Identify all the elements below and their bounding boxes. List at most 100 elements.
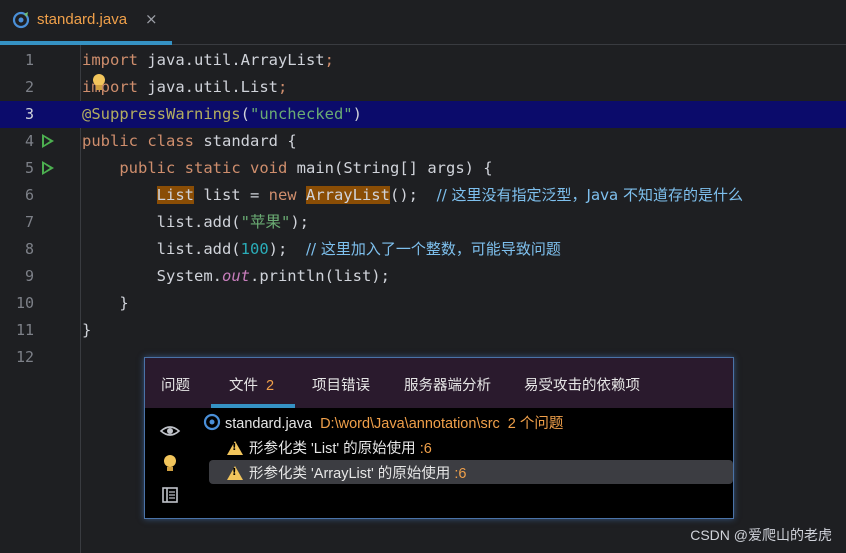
code-text[interactable]: public class standard {: [82, 128, 297, 155]
code-line: 9 System.out.println(list);: [0, 263, 846, 290]
code-line: 5 public static void main(String[] args)…: [0, 155, 846, 182]
close-icon[interactable]: ×: [145, 10, 158, 28]
line-number: 11: [15, 321, 34, 339]
code-fragment: );: [268, 240, 306, 258]
code-fragment: list.add(: [156, 240, 241, 258]
keyword: new: [268, 186, 297, 204]
line-number: 1: [24, 51, 34, 69]
line-number: 12: [15, 348, 34, 366]
problem-line: :6: [419, 441, 432, 457]
keyword: public: [82, 132, 138, 150]
code-text[interactable]: list.add(100); // 这里加入了一个整数，可能导致问题: [82, 236, 561, 263]
lightbulb-icon[interactable]: [93, 74, 105, 90]
keyword: class: [147, 132, 195, 150]
code-line: 10 }: [0, 290, 846, 317]
problem-line: :6: [454, 466, 467, 482]
code-line-current: 3 @SuppressWarnings("unchecked"): [0, 101, 846, 128]
code-text[interactable]: }: [82, 290, 128, 317]
line-number: 4: [24, 132, 34, 150]
raw-type-warning[interactable]: ArrayList: [305, 186, 390, 204]
import-path: java.util.List: [138, 78, 278, 96]
watermark: CSDN @爱爬山的老虎: [690, 527, 832, 543]
tab-server-analysis[interactable]: 服务器端分析: [404, 374, 491, 395]
code-text[interactable]: @SuppressWarnings("unchecked"): [82, 101, 362, 128]
keyword: import: [82, 51, 138, 69]
tab-label: 问题: [161, 378, 190, 394]
tab-standard-java[interactable]: standard.java ×: [0, 0, 172, 45]
lightbulb-icon[interactable]: [159, 452, 181, 474]
code-fragment: list.add(: [156, 213, 241, 231]
editor-tab-bar: standard.java ×: [0, 0, 846, 45]
java-file-icon: [203, 413, 221, 431]
line-number: 3: [24, 105, 34, 123]
tab-problems[interactable]: 问题: [161, 374, 190, 395]
problem-item[interactable]: 形参化类 'ArrayList' 的原始使用 :6: [227, 462, 466, 483]
code-line: 7 list.add("苹果");: [0, 209, 846, 236]
tab-file[interactable]: 文件 2: [229, 374, 274, 395]
keyword: import: [82, 78, 138, 96]
file-path: D:\word\Java\annotation\src: [320, 416, 500, 432]
line-number: 7: [24, 213, 34, 231]
warning-icon: [227, 466, 243, 480]
code-line: 8 list.add(100); // 这里加入了一个整数，可能导致问题: [0, 236, 846, 263]
tab-label: standard.java: [37, 11, 128, 28]
code-line: 4 public class standard {: [0, 128, 846, 155]
file-name: standard.java: [225, 416, 313, 432]
semicolon: ;: [324, 51, 334, 69]
problem-text: 形参化类 'ArrayList' 的原始使用: [249, 466, 455, 482]
problem-item[interactable]: 形参化类 'List' 的原始使用 :6: [227, 437, 432, 458]
tab-project-errors[interactable]: 项目错误: [312, 374, 370, 395]
tab-label: 项目错误: [312, 378, 370, 394]
code-fragment: list =: [193, 186, 269, 204]
keyword: static: [184, 159, 241, 177]
preview-panel-icon[interactable]: [159, 484, 181, 506]
paren: (: [240, 105, 250, 123]
code-text[interactable]: list.add("苹果");: [82, 209, 309, 236]
problems-popup: 问题 文件 2 项目错误 服务器端分析 易受攻击的依赖项 standard.jav…: [144, 357, 734, 519]
keyword: public: [119, 159, 176, 177]
code-text[interactable]: }: [82, 317, 91, 344]
problem-text: 形参化类 'List' 的原始使用: [249, 441, 420, 457]
code-fragment: System.: [156, 267, 222, 285]
tab-count: 2: [266, 378, 275, 394]
class-name: standard {: [194, 132, 297, 150]
warning-icon: [227, 441, 243, 455]
tab-label: 服务器端分析: [404, 378, 491, 394]
code-text[interactable]: import java.util.ArrayList;: [82, 47, 334, 74]
run-gutter-icon[interactable]: [42, 161, 54, 175]
line-number: 2: [24, 78, 34, 96]
annotation: @SuppressWarnings: [82, 105, 241, 123]
code-text[interactable]: System.out.println(list);: [82, 263, 390, 290]
import-path: java.util.ArrayList: [138, 51, 325, 69]
tab-label: 文件: [229, 378, 258, 394]
line-number: 5: [24, 159, 34, 177]
code-line: 11 }: [0, 317, 846, 344]
line-number: 6: [24, 186, 34, 204]
problems-tab-bar: 问题 文件 2 项目错误 服务器端分析 易受攻击的依赖项: [145, 358, 733, 408]
code-text[interactable]: List list = new ArrayList(); // 这里没有指定泛型…: [82, 182, 743, 209]
raw-type-warning[interactable]: List: [156, 186, 194, 204]
code-text[interactable]: import java.util.List;: [82, 74, 287, 101]
problem-file-row[interactable]: standard.java D:\word\Java\annotation\src…: [203, 412, 563, 433]
method-signature: main(String[] args) {: [287, 159, 493, 177]
eye-icon[interactable]: [159, 420, 181, 442]
code-line: 6 List list = new ArrayList(); // 这里没有指定…: [0, 182, 846, 209]
line-number: 10: [15, 294, 34, 312]
comment: // 这里加入了一个整数，可能导致问题: [305, 240, 561, 258]
code-text[interactable]: public static void main(String[] args) {: [82, 155, 493, 182]
tab-label: 易受攻击的依赖项: [524, 378, 640, 394]
code-fragment: .println(list);: [249, 267, 390, 285]
problem-count: 2 个问题: [507, 416, 564, 432]
run-gutter-icon[interactable]: [42, 134, 54, 148]
line-number: 9: [24, 267, 34, 285]
static-field: out: [221, 267, 250, 285]
java-file-icon: [12, 11, 30, 29]
tab-vulnerable-deps[interactable]: 易受攻击的依赖项: [524, 374, 640, 395]
line-number: 8: [24, 240, 34, 258]
code-fragment: ();: [389, 186, 437, 204]
